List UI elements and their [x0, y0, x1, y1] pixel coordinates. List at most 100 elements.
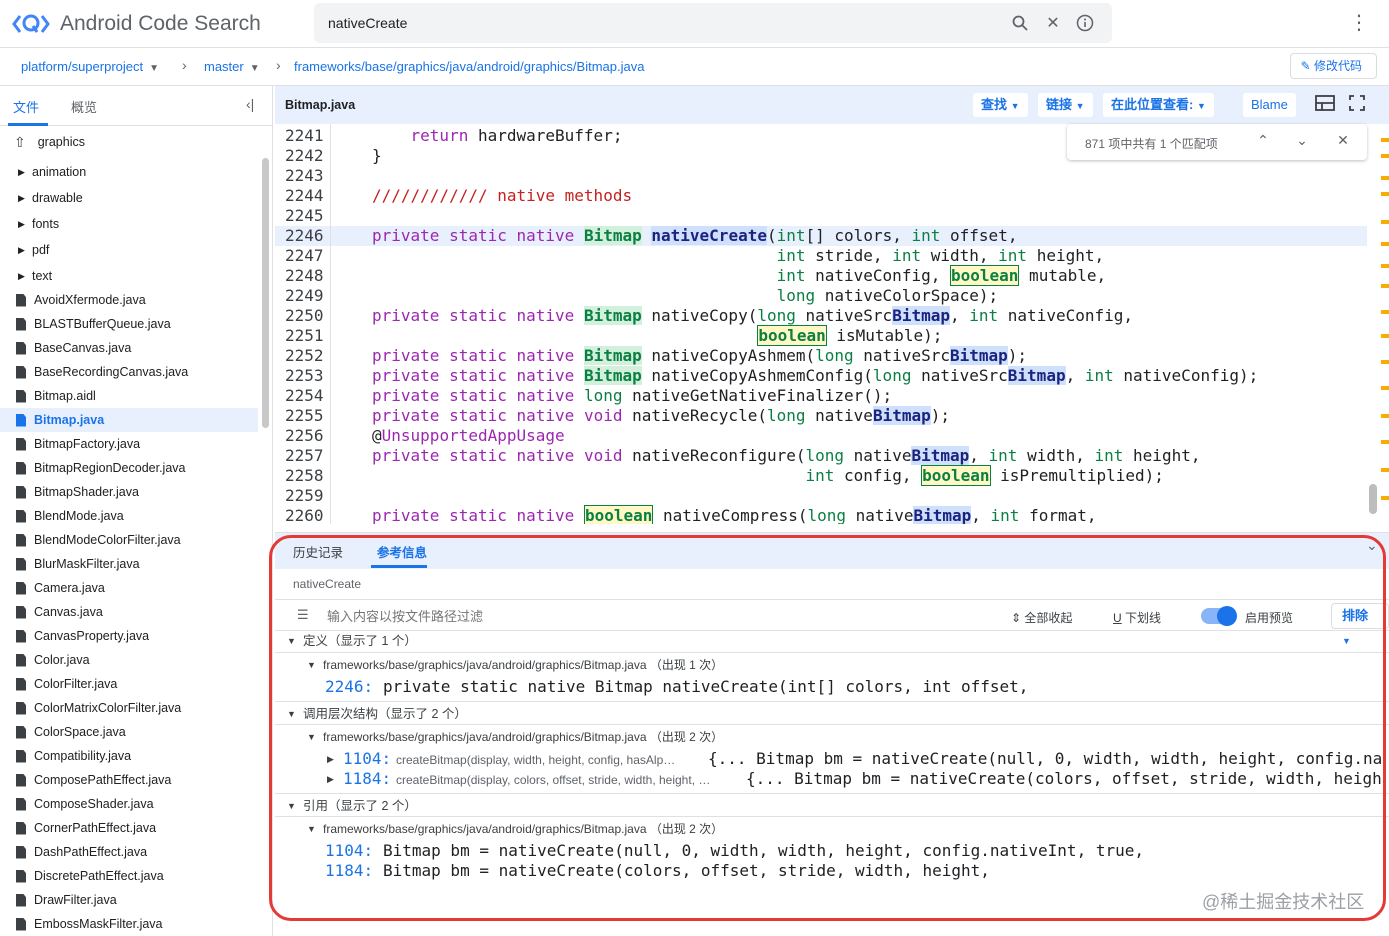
- tree-file[interactable]: BLASTBufferQueue.java: [0, 312, 258, 336]
- result-row[interactable]: ▶ 1184: createBitmap(display, colors, of…: [275, 769, 1389, 789]
- sidebar-scrollbar[interactable]: [262, 158, 269, 428]
- tree-folder[interactable]: ▶ animation: [0, 160, 258, 184]
- tree-file[interactable]: BitmapShader.java: [0, 480, 258, 504]
- tree-folder[interactable]: ▶ text: [0, 264, 258, 288]
- chevron-down-icon[interactable]: ⌄: [1366, 537, 1378, 554]
- links-dropdown[interactable]: 链接 ▼: [1038, 93, 1093, 117]
- tree-parent-folder[interactable]: ⇧ graphics: [0, 130, 258, 154]
- tree-file[interactable]: BitmapFactory.java: [0, 432, 258, 456]
- tree-file[interactable]: ComposePathEffect.java: [0, 768, 258, 792]
- tree-file[interactable]: Bitmap.aidl: [0, 384, 258, 408]
- line-number[interactable]: 2252: [285, 346, 324, 366]
- tree-file[interactable]: ColorFilter.java: [0, 672, 258, 696]
- branch-selector[interactable]: master ▼: [204, 59, 260, 74]
- line-number[interactable]: 2260: [285, 506, 324, 524]
- line-number[interactable]: 2243: [285, 166, 324, 186]
- chevron-down-icon[interactable]: ⌄: [1292, 132, 1312, 152]
- line-number[interactable]: 2247: [285, 246, 324, 266]
- line-number[interactable]: 2242: [285, 146, 324, 166]
- result-row[interactable]: ▶ 1104: createBitmap(display, width, hei…: [275, 749, 1389, 769]
- line-number[interactable]: 2257: [285, 446, 324, 466]
- line-number[interactable]: 2251: [285, 326, 324, 346]
- file-path-link[interactable]: frameworks/base/graphics/java/android/gr…: [294, 59, 644, 74]
- preview-toggle[interactable]: [1201, 606, 1237, 626]
- tree-file[interactable]: DiscretePathEffect.java: [0, 864, 258, 888]
- code-line: private static native void nativeRecycle…: [372, 406, 950, 425]
- underline-button[interactable]: U 下划线: [1113, 609, 1161, 626]
- collapse-all-button[interactable]: ⇕ 全部收起: [1011, 609, 1072, 626]
- tree-file[interactable]: BaseCanvas.java: [0, 336, 258, 360]
- collapse-sidebar-icon[interactable]: ‹|: [246, 96, 254, 112]
- result-file-row[interactable]: ▼ frameworks/base/graphics/java/android/…: [275, 726, 1389, 748]
- tree-file[interactable]: BlurMaskFilter.java: [0, 552, 258, 576]
- close-icon[interactable]: ✕: [1333, 132, 1353, 152]
- line-number[interactable]: 2249: [285, 286, 324, 306]
- result-row[interactable]: 1184: Bitmap bm = nativeCreate(colors, o…: [275, 861, 1389, 881]
- tree-file[interactable]: ColorSpace.java: [0, 720, 258, 744]
- line-number[interactable]: 2248: [285, 266, 324, 286]
- tree-file[interactable]: DashPathEffect.java: [0, 840, 258, 864]
- tree-file[interactable]: BaseRecordingCanvas.java: [0, 360, 258, 384]
- result-row[interactable]: 2246: private static native Bitmap nativ…: [275, 677, 1389, 697]
- chevron-up-icon[interactable]: ⌃: [1253, 132, 1273, 152]
- find-dropdown[interactable]: 查找 ▼: [973, 93, 1028, 117]
- tree-file[interactable]: CornerPathEffect.java: [0, 816, 258, 840]
- search-input[interactable]: [328, 3, 968, 43]
- view-in-dropdown[interactable]: 在此位置查看: ▼: [1103, 93, 1214, 117]
- line-number[interactable]: 2254: [285, 386, 324, 406]
- tree-file[interactable]: DrawFilter.java: [0, 888, 258, 912]
- tree-file[interactable]: ComposeShader.java: [0, 792, 258, 816]
- line-number[interactable]: 2241: [285, 126, 324, 146]
- line-number[interactable]: 2258: [285, 466, 324, 486]
- result-file-row[interactable]: ▼ frameworks/base/graphics/java/android/…: [275, 654, 1389, 676]
- tree-folder[interactable]: ▶ drawable: [0, 186, 258, 210]
- more-menu-icon[interactable]: ⋮: [1349, 12, 1369, 36]
- code-viewer[interactable]: 2241 2242 2243 2244 2245 2246 2247 2248 2249 2250…: [275, 124, 1367, 524]
- tree-folder[interactable]: ▶ pdf: [0, 238, 258, 262]
- search-icon[interactable]: [1010, 13, 1030, 33]
- path-filter-input[interactable]: [327, 604, 927, 628]
- clear-icon[interactable]: ✕: [1043, 13, 1063, 33]
- tree-file[interactable]: BlendMode.java: [0, 504, 258, 528]
- tab-references[interactable]: 参考信息: [377, 542, 427, 561]
- code-scrollbar[interactable]: [1369, 484, 1377, 514]
- line-number[interactable]: 2255: [285, 406, 324, 426]
- tree-file[interactable]: EmbossMaskFilter.java: [0, 912, 258, 936]
- line-number[interactable]: 2256: [285, 426, 324, 446]
- result-row[interactable]: 1104: Bitmap bm = nativeCreate(null, 0, …: [275, 841, 1389, 861]
- edit-code-button[interactable]: ✎ 修改代码: [1289, 53, 1377, 79]
- info-icon[interactable]: [1075, 13, 1095, 33]
- section-definition[interactable]: ▼ 定义（显示了 1 个）: [275, 629, 1389, 653]
- layout-icon[interactable]: [1314, 95, 1336, 115]
- match-minimap[interactable]: [1378, 124, 1389, 524]
- tab-files[interactable]: 文件: [13, 97, 39, 116]
- project-selector[interactable]: platform/superproject ▼: [21, 59, 159, 74]
- pencil-icon: ✎: [1300, 59, 1314, 73]
- line-number[interactable]: 2244: [285, 186, 324, 206]
- line-number[interactable]: 2250: [285, 306, 324, 326]
- exclude-dropdown[interactable]: 排除 ▼: [1331, 603, 1389, 646]
- tree-file[interactable]: CanvasProperty.java: [0, 624, 258, 648]
- tree-file[interactable]: ColorMatrixColorFilter.java: [0, 696, 258, 720]
- tab-history[interactable]: 历史记录: [293, 542, 343, 561]
- section-references[interactable]: ▼ 引用（显示了 2 个）: [275, 793, 1389, 817]
- tree-file[interactable]: AvoidXfermode.java: [0, 288, 258, 312]
- section-call-hierarchy[interactable]: ▼ 调用层次结构（显示了 2 个）: [275, 701, 1389, 725]
- tree-file[interactable]: Canvas.java: [0, 600, 258, 624]
- app-logo[interactable]: Android Code Search: [12, 10, 261, 38]
- tree-file[interactable]: Bitmap.java: [0, 408, 258, 432]
- fullscreen-icon[interactable]: [1346, 95, 1368, 115]
- line-number[interactable]: 2246: [285, 226, 324, 246]
- blame-button[interactable]: Blame: [1243, 93, 1296, 117]
- tree-file[interactable]: Compatibility.java: [0, 744, 258, 768]
- result-file-row[interactable]: ▼ frameworks/base/graphics/java/android/…: [275, 818, 1389, 840]
- tree-file[interactable]: BlendModeColorFilter.java: [0, 528, 258, 552]
- tree-folder[interactable]: ▶ fonts: [0, 212, 258, 236]
- tree-file[interactable]: Camera.java: [0, 576, 258, 600]
- line-number[interactable]: 2259: [285, 486, 324, 506]
- tab-overview[interactable]: 概览: [71, 97, 97, 116]
- line-number[interactable]: 2253: [285, 366, 324, 386]
- tree-file[interactable]: BitmapRegionDecoder.java: [0, 456, 258, 480]
- line-number[interactable]: 2245: [285, 206, 324, 226]
- tree-file[interactable]: Color.java: [0, 648, 258, 672]
